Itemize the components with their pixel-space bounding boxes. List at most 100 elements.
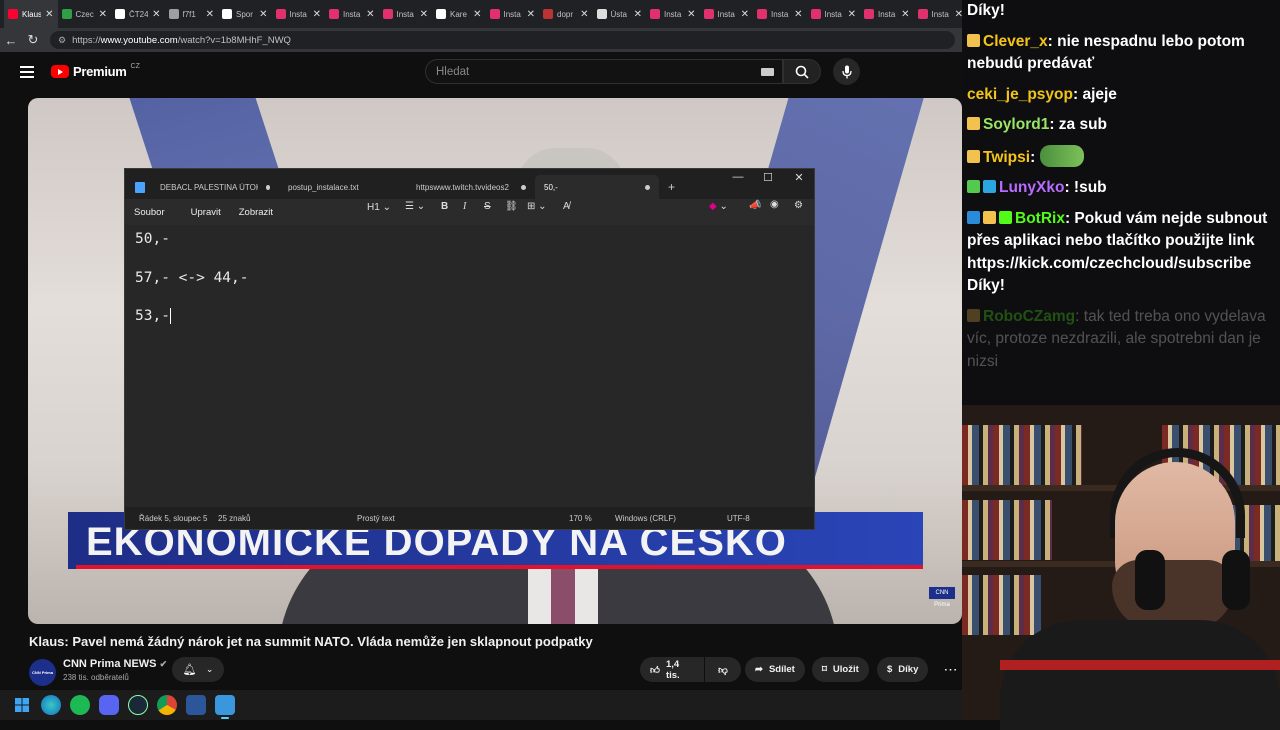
tab-close-icon[interactable]: ✕ [259,9,267,20]
thanks-button[interactable]: $ Díky [877,657,929,682]
chat-username[interactable]: Soylord1 [983,116,1049,133]
notepad-window[interactable]: DEBACL PALESTINA ÚTOK.tx postup_instalace… [124,168,815,530]
browser-tab[interactable]: dopr ✕ [539,0,593,28]
tab-close-icon[interactable]: ✕ [527,9,535,20]
chat-username[interactable]: LunyXko [999,179,1064,196]
browser-tab[interactable]: Ústa ✕ [593,0,647,28]
chat-username[interactable]: RoboCZamg [983,308,1075,325]
browser-tab[interactable]: Insta ✕ [379,0,433,28]
youtube-logo[interactable]: Premium CZ [51,63,140,79]
chat-username[interactable]: Clever_x [983,33,1048,50]
tab-close-icon[interactable]: ✕ [848,9,856,20]
bold-icon[interactable]: B [441,201,448,212]
share-button[interactable]: ➦ Sdílet [745,657,805,682]
word-icon[interactable] [186,695,206,715]
like-button[interactable]: 👍︎ 1,4 tis. [640,657,704,682]
new-tab-icon[interactable]: + [659,175,684,199]
status-line-ending[interactable]: Windows (CRLF) [615,514,676,523]
edge-icon[interactable] [41,695,61,715]
dislike-button[interactable]: 👎︎ [705,657,741,682]
chrome-icon[interactable] [157,695,177,715]
discord-icon[interactable] [99,695,119,715]
browser-tab[interactable]: Insta ✕ [325,0,379,28]
tab-close-icon[interactable]: ✕ [794,9,802,20]
search-input[interactable]: Hledat [425,59,783,84]
chat-username[interactable]: BotRix [1015,210,1065,227]
status-encoding[interactable]: UTF-8 [727,514,750,523]
tab-close-icon[interactable]: ✕ [366,9,374,20]
status-zoom[interactable]: 170 % [569,514,592,523]
menu-edit[interactable]: Upravit [191,207,221,218]
notepad-text-area[interactable]: 50,- 57,- <-> 44,- 53,- [125,225,814,507]
tab-close-icon[interactable]: ✕ [420,9,428,20]
subscription-bell-button[interactable]: 🔔︎ ⌄ [172,657,224,682]
notepad-taskbar-icon[interactable] [215,695,235,719]
browser-tab[interactable]: Insta ✕ [646,0,700,28]
notepad-tab[interactable]: DEBACL PALESTINA ÚTOK.tx [151,175,279,199]
menu-icon[interactable] [20,66,34,78]
tab-close-icon[interactable]: ✕ [45,9,53,20]
steam-icon[interactable] [128,695,148,715]
notepad-tab[interactable]: 50,- [535,175,659,199]
tab-close-icon[interactable]: ✕ [634,9,642,20]
italic-icon[interactable]: I [463,201,466,212]
channel-name[interactable]: CNN Prima NEWS ✔ [63,658,167,670]
tab-close-icon[interactable]: ✕ [99,9,107,20]
minimize-icon[interactable]: — [723,171,753,183]
tab-close-icon[interactable]: ✕ [206,9,214,20]
spotify-icon[interactable] [70,695,90,715]
browser-tab[interactable]: Kare ✕ [432,0,486,28]
address-bar[interactable]: ⚙ https://www.youtube.com/watch?v=1b8MHh… [50,31,955,49]
browser-tab[interactable]: Insta ✕ [272,0,326,28]
profile-avatar[interactable]: ◉ [770,199,779,210]
copilot-icon[interactable]: ◆ ⌄ [709,201,728,212]
notepad-tab[interactable]: httpswww.twitch.tvvideos2 [407,175,535,199]
link-icon[interactable]: ⛓ [505,201,518,212]
browser-tab[interactable]: Insta ✕ [860,0,914,28]
browser-tab[interactable]: f7f1 ✕ [165,0,219,28]
heading-style-dropdown[interactable]: H1 ⌄ [367,202,391,213]
back-icon[interactable]: ← [0,33,22,48]
unsaved-dot-icon[interactable] [645,184,650,190]
menu-view[interactable]: Zobrazit [239,207,273,218]
unsaved-dot-icon[interactable] [265,184,270,190]
maximize-icon[interactable]: ☐ [753,171,783,184]
chat-username[interactable]: Twipsi [983,149,1030,166]
more-options-icon[interactable]: ⋯ [938,657,963,682]
table-icon[interactable]: ⊞ ⌄ [527,201,547,212]
tab-close-icon[interactable]: ✕ [687,9,695,20]
browser-tab[interactable]: Klaus ✕ [4,0,58,28]
tab-close-icon[interactable]: ✕ [901,9,909,20]
close-icon[interactable]: ✕ [784,171,814,184]
menu-file[interactable]: Soubor [134,207,165,218]
browser-tab[interactable]: Insta ✕ [753,0,807,28]
tab-close-icon[interactable]: ✕ [152,9,160,20]
voice-search-button[interactable] [833,58,860,85]
search-button[interactable] [783,59,821,84]
site-info-icon[interactable]: ⚙ [58,35,66,46]
save-button[interactable]: ⌑ Uložit [812,657,869,682]
tab-close-icon[interactable]: ✕ [313,9,321,20]
browser-tab[interactable]: ČT24 ✕ [111,0,165,28]
browser-tab[interactable]: Insta ✕ [700,0,754,28]
tab-close-icon[interactable]: ✕ [741,9,749,20]
unsaved-dot-icon[interactable] [521,184,526,190]
clear-formatting-icon[interactable]: A̸ [563,201,570,212]
announcement-icon[interactable]: 📣 [749,200,761,211]
settings-icon[interactable]: ⚙ [794,200,803,211]
browser-tab[interactable]: Czec ✕ [58,0,112,28]
chat-username[interactable]: ceki_je_psyop [967,86,1073,103]
windows-start-icon[interactable] [12,695,32,715]
browser-tab[interactable]: Insta ✕ [914,0,968,28]
notepad-tab[interactable]: postup_instalace.txt [279,175,407,199]
browser-tab[interactable]: Spor ✕ [218,0,272,28]
tab-close-icon[interactable]: ✕ [580,9,588,20]
browser-tab[interactable]: Insta ✕ [486,0,540,28]
browser-tab[interactable]: Insta ✕ [807,0,861,28]
list-icon[interactable]: ☰ ⌄ [405,201,425,212]
reload-icon[interactable]: ↻ [22,32,44,48]
strikethrough-icon[interactable]: S [484,201,491,212]
keyboard-icon[interactable] [761,68,774,76]
channel-avatar[interactable]: CNN Prima NEWS [29,659,56,703]
tab-close-icon[interactable]: ✕ [473,9,481,20]
